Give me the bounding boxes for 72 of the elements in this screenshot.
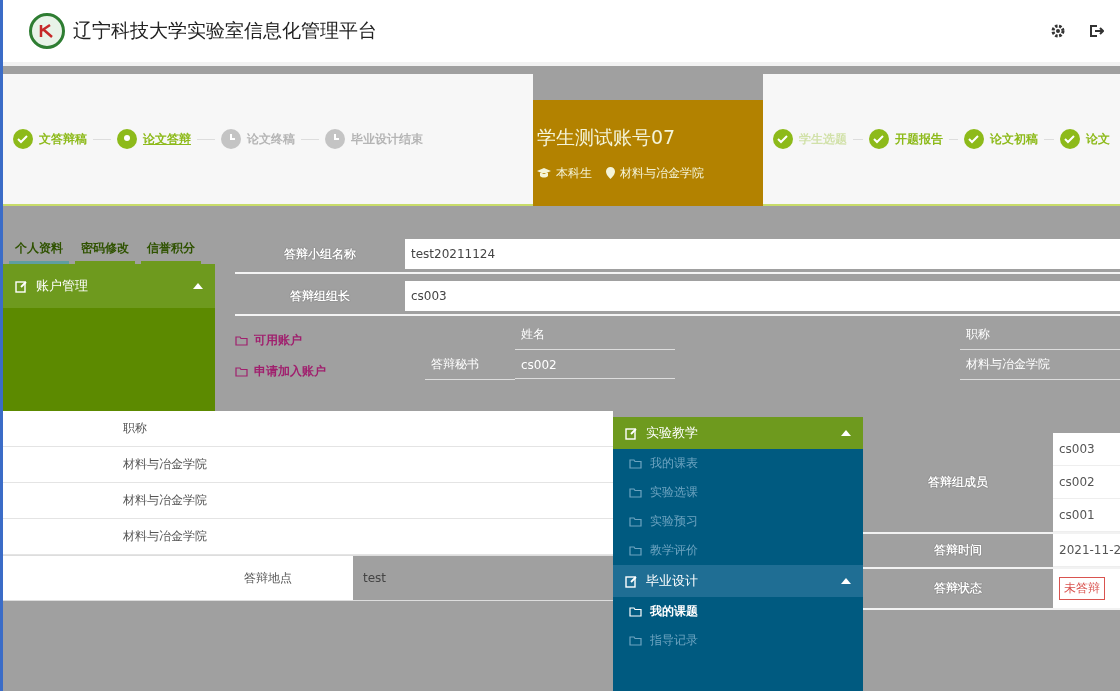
- form-value: test: [353, 556, 613, 600]
- clock-icon: [221, 129, 241, 149]
- edit-icon: [625, 574, 638, 588]
- check-icon: [1060, 129, 1080, 149]
- folder-icon: [235, 335, 248, 346]
- caret-up-icon: [841, 430, 851, 436]
- table-cell: 材料与冶金学院: [3, 483, 613, 519]
- university-logo: [29, 13, 65, 49]
- menu-section-header[interactable]: 毕业设计: [613, 565, 863, 597]
- column-header: 职称: [3, 411, 613, 447]
- form-value: test20211124: [405, 239, 1120, 269]
- table-cell: cs003: [1053, 433, 1120, 466]
- menu-item[interactable]: 我的课表: [613, 449, 863, 478]
- check-icon: [773, 129, 793, 149]
- logout-icon[interactable]: [1088, 23, 1104, 39]
- location-pin-icon: [606, 167, 615, 179]
- form-label: 答辩状态: [933, 580, 983, 597]
- folder-icon: [629, 516, 642, 527]
- menu-item[interactable]: 指导记录: [613, 626, 863, 655]
- step-label: 论文终稿: [247, 130, 295, 148]
- folder-icon: [629, 487, 642, 498]
- settings-icon[interactable]: [1050, 23, 1066, 39]
- check-icon: [868, 129, 889, 149]
- form-label: 答辩地点: [243, 569, 293, 587]
- table-cell: cs001: [1053, 499, 1120, 532]
- form-label: 答辩时间: [933, 542, 983, 559]
- table-cell: 材料与冶金学院: [960, 350, 1120, 380]
- folder-icon: [629, 545, 642, 556]
- menu-item[interactable]: 实验选课: [613, 478, 863, 507]
- step-label: 文答辩稿: [39, 130, 87, 148]
- folder-icon: [235, 366, 248, 377]
- folder-icon: [629, 606, 642, 617]
- profile-college: 材料与冶金学院: [620, 164, 704, 182]
- profile-role: 本科生: [556, 164, 592, 182]
- table-cell: 材料与冶金学院: [3, 447, 613, 483]
- table-cell: cs002: [515, 351, 675, 379]
- menu-item[interactable]: 实验预习: [613, 507, 863, 536]
- step-label: 论文初稿: [990, 130, 1039, 148]
- form-label: 答辩秘书: [425, 350, 515, 380]
- form-label: 答辩组成员: [927, 474, 989, 491]
- form-label: 答辩小组名称: [283, 245, 357, 263]
- form-value: cs003: [405, 281, 1120, 311]
- step-label: 毕业设计结束: [351, 130, 423, 148]
- check-icon: [13, 129, 33, 149]
- step-label: 开题报告: [894, 130, 943, 148]
- check-icon: [964, 129, 985, 149]
- caret-up-icon: [841, 578, 851, 584]
- folder-icon: [629, 635, 642, 646]
- step-label: 学生选题: [799, 130, 847, 148]
- table-cell: cs002: [1053, 466, 1120, 499]
- profile-name: 学生测试账号07: [537, 124, 677, 150]
- column-header: 姓名: [515, 320, 675, 350]
- step-label: 论文: [1086, 130, 1110, 148]
- table-cell: 材料与冶金学院: [3, 519, 613, 555]
- folder-icon: [629, 458, 642, 469]
- menu-section-header[interactable]: 实验教学: [613, 417, 863, 449]
- clock-icon: [325, 129, 345, 149]
- menu-item[interactable]: 教学评价: [613, 536, 863, 565]
- column-header: 职称: [960, 320, 1120, 350]
- status-badge: 未答辩: [1059, 577, 1105, 600]
- menu-item[interactable]: 我的课题: [613, 597, 863, 626]
- account-link[interactable]: 申请加入账户: [235, 363, 425, 380]
- caret-up-icon: [193, 283, 203, 289]
- edit-icon: [15, 279, 28, 293]
- account-section-header[interactable]: 账户管理: [3, 264, 215, 308]
- step-label: 论文答辩: [143, 130, 191, 148]
- site-title: 辽宁科技大学实验室信息化管理平台: [73, 18, 378, 43]
- edit-icon: [625, 426, 638, 440]
- graduation-cap-icon: [537, 168, 551, 178]
- account-link[interactable]: 可用账户: [235, 332, 425, 349]
- form-value: 2021-11-2: [1053, 534, 1120, 567]
- form-label: 答辩组组长: [289, 287, 351, 305]
